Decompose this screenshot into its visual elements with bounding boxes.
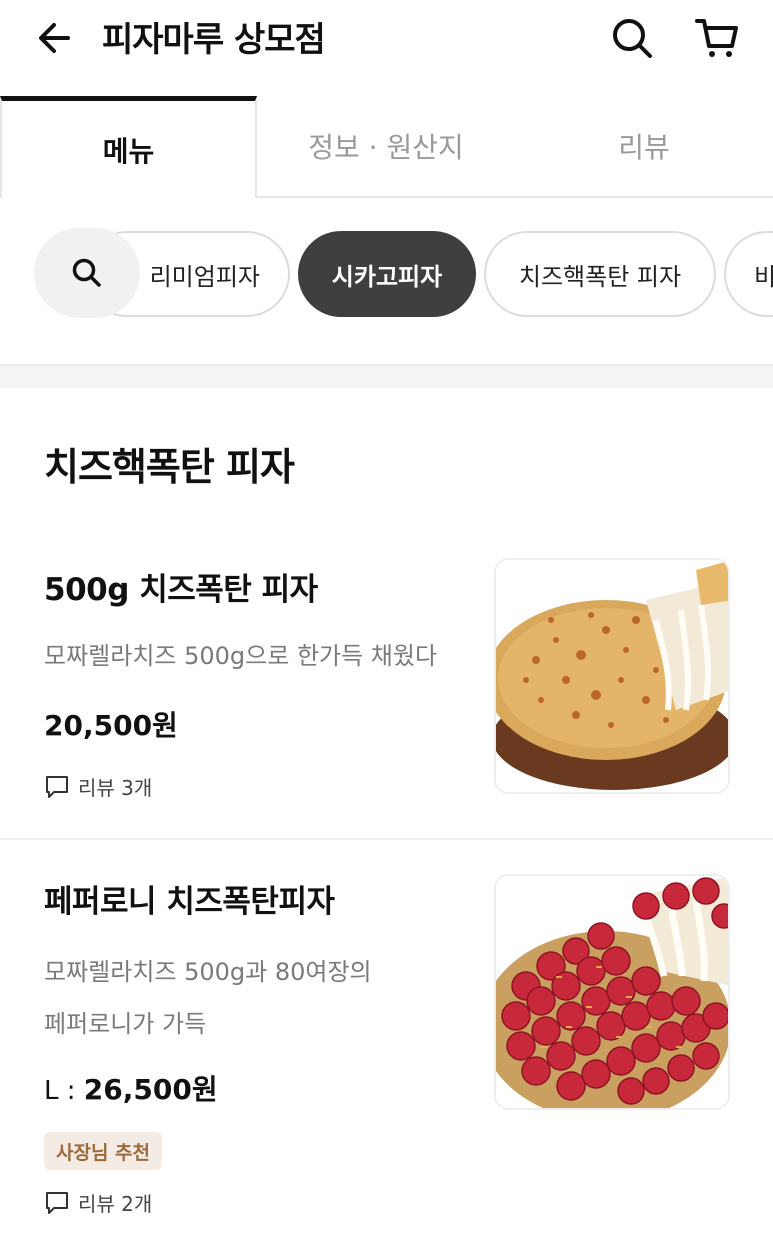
search-button[interactable]: [606, 12, 658, 64]
category-search-button[interactable]: [34, 228, 140, 318]
review-label: 리뷰 3개: [78, 776, 153, 800]
section-divider: [0, 366, 773, 388]
price-size-label: L :: [44, 1076, 84, 1106]
review-label: 리뷰 2개: [78, 1192, 153, 1216]
price-value: 26,500원: [83, 1073, 218, 1106]
store-title: 피자마루 상모점: [102, 20, 326, 60]
item-review-count: 리뷰 3개: [44, 772, 152, 801]
item-description-line: 페퍼로니가 가득: [44, 1010, 207, 1038]
back-button[interactable]: [30, 14, 78, 62]
section-title: 치즈핵폭탄 피자: [44, 445, 295, 489]
item-thumbnail: [494, 558, 730, 794]
item-description: 모짜렐라치즈 500g과 80여장의 페퍼로니가 가득: [44, 946, 474, 1050]
pepperoni-pizza-photo: [496, 876, 728, 1108]
category-chip-bar[interactable]: 리미엄피자 시카고피자 치즈핵폭탄 피자 비: [0, 198, 773, 366]
speech-bubble-icon: [46, 775, 68, 798]
item-review-count: 리뷰 2개: [44, 1188, 152, 1217]
tab-reviews[interactable]: 리뷰: [515, 96, 773, 196]
chip-chicago-pizza[interactable]: 시카고피자: [298, 231, 476, 317]
menu-item[interactable]: 페퍼로니 치즈폭탄피자 모짜렐라치즈 500g과 80여장의 페퍼로니가 가득 …: [0, 842, 773, 1236]
menu-item[interactable]: 500g 치즈폭탄 피자 모짜렐라치즈 500g으로 한가득 채웠다 20,50…: [0, 540, 773, 840]
item-description-line: 모짜렐라치즈 500g과 80여장의: [44, 958, 372, 986]
cart-icon: [695, 19, 738, 57]
speech-bubble-icon: [46, 1191, 68, 1214]
chip-next-category[interactable]: 비: [724, 231, 773, 317]
item-name: 500g 치즈폭탄 피자: [44, 572, 318, 608]
item-price: 20,500원: [44, 709, 178, 742]
search-icon: [613, 19, 652, 58]
tab-bar: 메뉴 정보 · 원산지 리뷰: [0, 96, 773, 198]
cheese-pizza-photo: [496, 560, 728, 792]
arrow-left-icon: [39, 23, 70, 53]
search-icon: [72, 258, 101, 287]
item-thumbnail: [494, 874, 730, 1110]
item-name: 페퍼로니 치즈폭탄피자: [44, 884, 335, 920]
item-description: 모짜렐라치즈 500g으로 한가득 채웠다: [44, 642, 438, 670]
cart-button[interactable]: [690, 12, 744, 64]
chip-cheese-bomb-pizza[interactable]: 치즈핵폭탄 피자: [484, 231, 716, 317]
item-price: L : 26,500원: [44, 1068, 218, 1108]
tab-menu[interactable]: 메뉴: [0, 96, 257, 198]
tab-info-origin[interactable]: 정보 · 원산지: [257, 96, 515, 196]
recommend-badge: 사장님 추천: [44, 1132, 163, 1170]
app-header: 피자마루 상모점: [0, 0, 773, 96]
